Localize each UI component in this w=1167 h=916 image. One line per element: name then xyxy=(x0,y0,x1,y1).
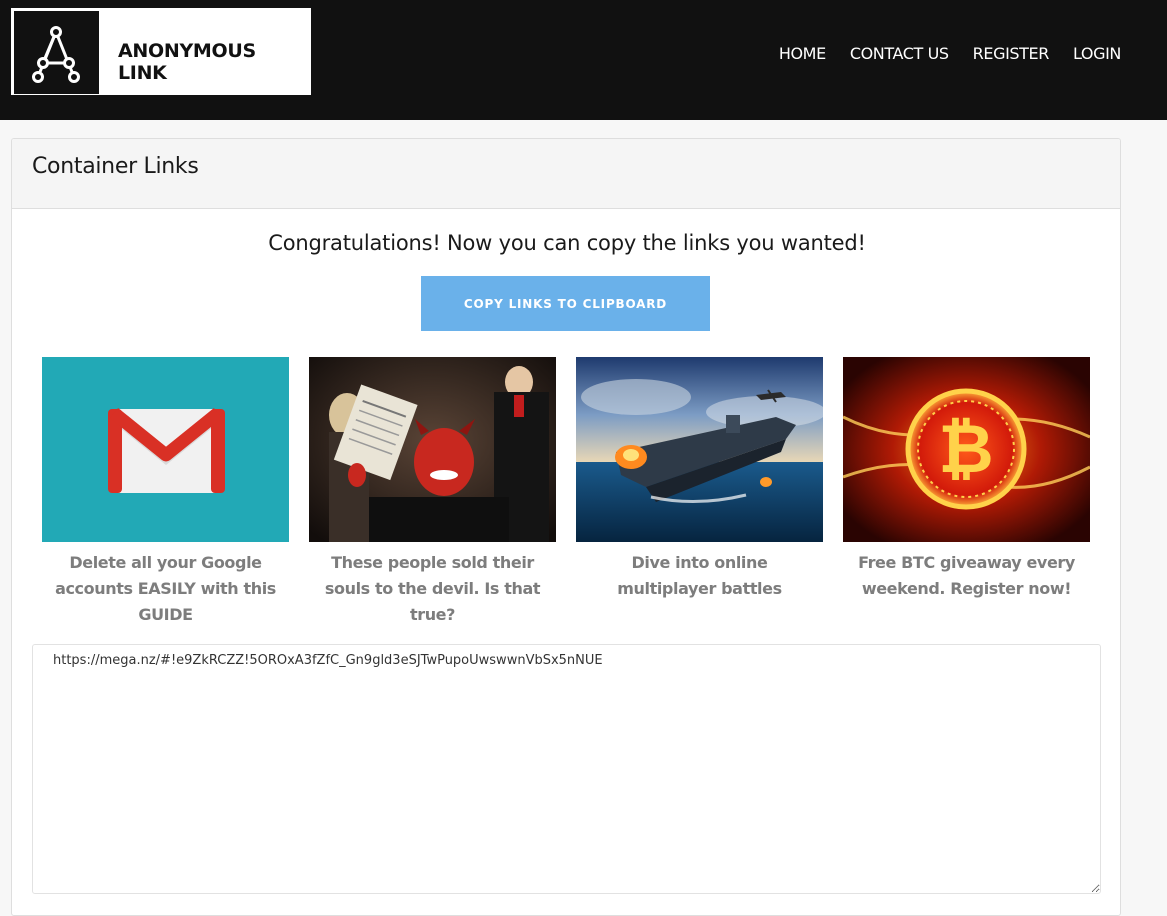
card-title: Container Links xyxy=(32,154,199,179)
tile-caption[interactable]: These people sold their souls to the dev… xyxy=(309,550,556,628)
warship-battle-image[interactable] xyxy=(576,357,823,542)
congratulations-message: Congratulations! Now you can copy the li… xyxy=(268,231,866,255)
tile-caption[interactable]: Dive into online multiplayer battles xyxy=(576,550,823,602)
svg-text:₿: ₿ xyxy=(938,410,993,489)
nav-register-link[interactable]: REGISTER xyxy=(973,44,1050,63)
gmail-logo-image[interactable] xyxy=(42,357,289,542)
promo-tile-warship[interactable]: Dive into online multiplayer battles xyxy=(576,357,823,602)
nav-login-link[interactable]: LOGIN xyxy=(1073,44,1121,63)
card-header: Container Links xyxy=(12,139,1120,209)
devil-signing-contract-image[interactable] xyxy=(309,357,556,542)
tile-caption[interactable]: Free BTC giveaway every weekend. Registe… xyxy=(843,550,1090,602)
bitcoin-fire-image[interactable]: ₿ xyxy=(843,357,1090,542)
promo-tile-devil[interactable]: These people sold their souls to the dev… xyxy=(309,357,556,628)
copy-links-button[interactable]: COPY LINKS TO CLIPBOARD xyxy=(421,276,710,331)
promo-tile-gmail[interactable]: Delete all your Google accounts EASILY w… xyxy=(42,357,289,628)
links-textarea[interactable]: https://mega.nz/#!e9ZkRCZZ!5OROxA3fZfC_G… xyxy=(32,644,1101,894)
container-links-card: Container Links Congratulations! Now you… xyxy=(11,138,1121,916)
site-name: ANONYMOUS LINK xyxy=(118,40,256,84)
main-nav: HOME CONTACT US REGISTER LOGIN xyxy=(779,44,1122,63)
triangle-a-icon xyxy=(14,11,99,94)
site-logo[interactable]: ANONYMOUS LINK xyxy=(11,8,311,95)
nav-home-link[interactable]: HOME xyxy=(779,44,826,63)
tile-caption[interactable]: Delete all your Google accounts EASILY w… xyxy=(42,550,289,628)
top-navbar: ANONYMOUS LINK HOME CONTACT US REGISTER … xyxy=(0,0,1167,120)
promo-tile-bitcoin[interactable]: ₿ Free BTC giveaway every weekend. Regis… xyxy=(843,357,1090,602)
nav-contact-link[interactable]: CONTACT US xyxy=(850,44,949,63)
